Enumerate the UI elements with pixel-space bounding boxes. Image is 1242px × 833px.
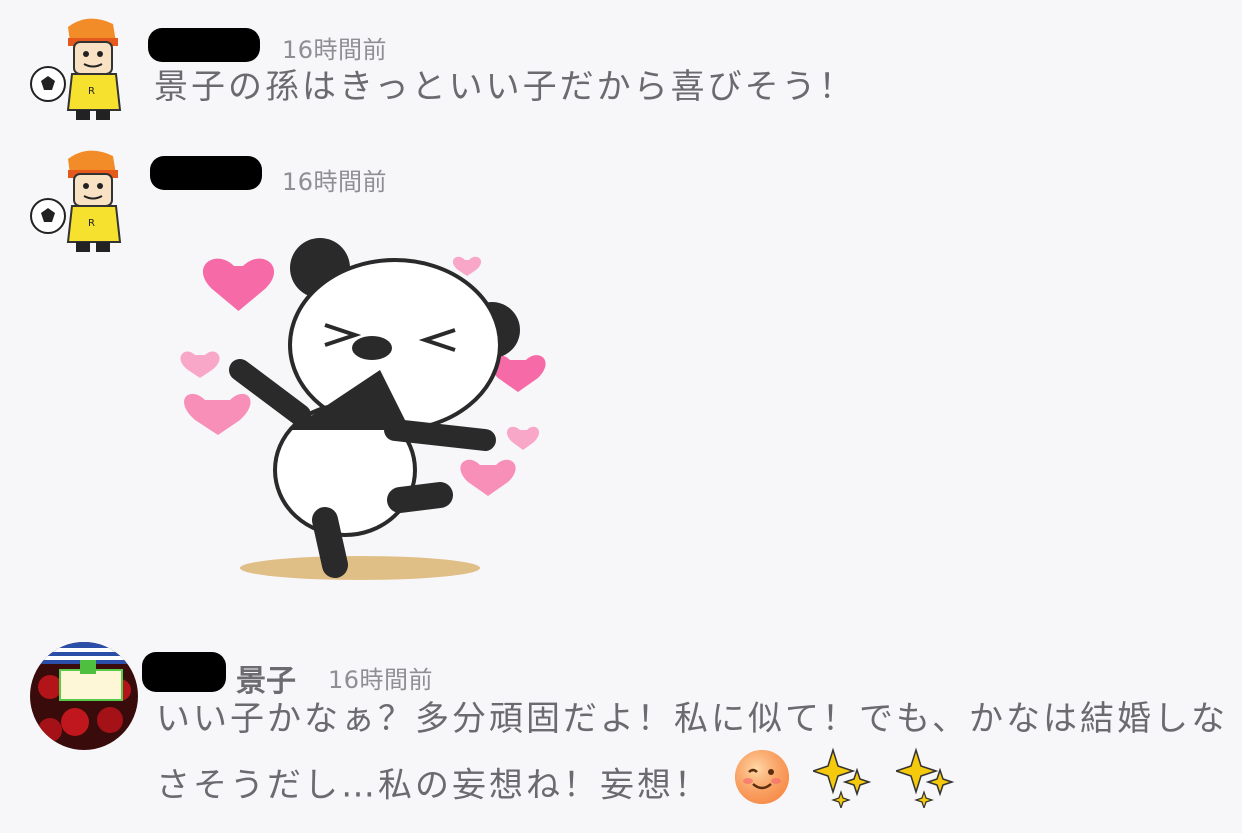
soccer-player-avatar[interactable]: R	[28, 12, 138, 122]
message-text-line-1: いい子かなぁ？多分頑固だよ！私に似て！でも、かなは結婚しな	[156, 699, 1228, 739]
sparkles-icon	[894, 746, 958, 828]
redacted-sender-name	[150, 156, 262, 190]
svg-text:R: R	[88, 86, 95, 97]
soccer-player-avatar[interactable]: R	[28, 144, 138, 254]
winking-face-icon	[733, 748, 791, 826]
panda-hearts-sticker[interactable]	[180, 230, 560, 590]
svg-text:R: R	[88, 218, 95, 229]
red-roses-avatar[interactable]	[30, 642, 138, 750]
sparkles-icon	[810, 746, 875, 828]
redacted-sender-name	[142, 652, 226, 692]
message-text: 景子の孫はきっといい子だから喜びそう！	[154, 67, 856, 107]
message-text-line-2-text: さそうだし…私の妄想ね！妄想！	[156, 765, 711, 806]
message-text-line-2: さそうだし…私の妄想ね！妄想！	[156, 746, 958, 828]
message-time: 16時間前	[282, 168, 388, 196]
